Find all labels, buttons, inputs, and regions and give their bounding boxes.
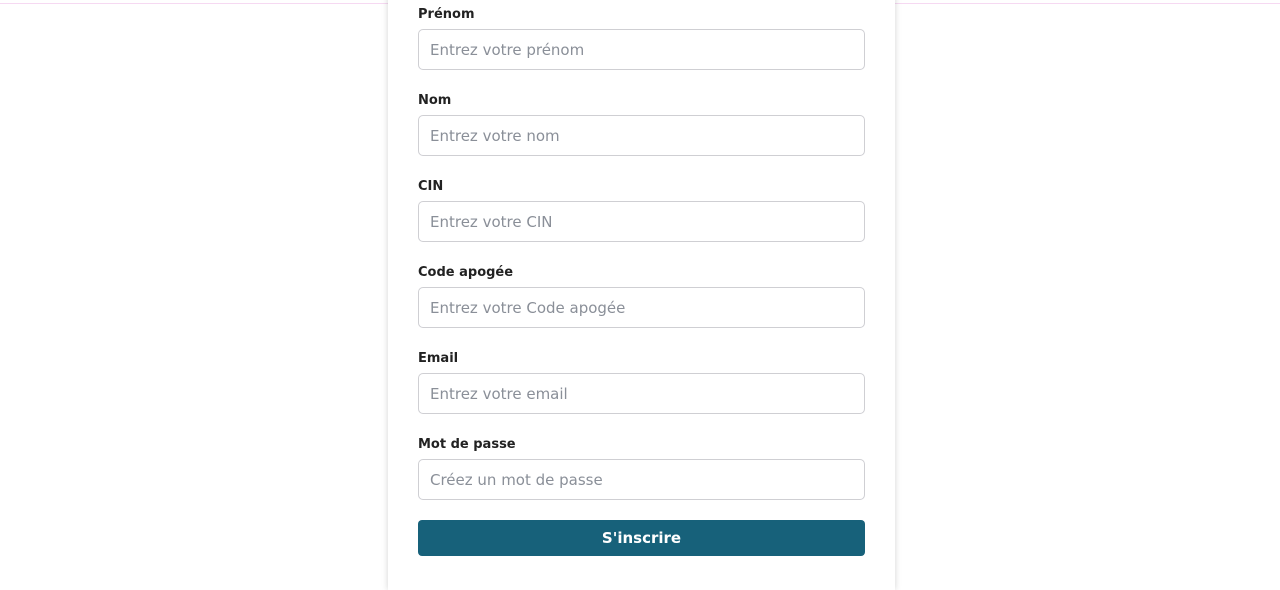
apogee-code-label: Code apogée bbox=[418, 265, 514, 280]
last-name-input[interactable] bbox=[418, 115, 865, 156]
last-name-label: Nom bbox=[418, 93, 452, 108]
apogee-code-input[interactable] bbox=[418, 287, 865, 328]
password-label: Mot de passe bbox=[418, 437, 516, 452]
cin-label: CIN bbox=[418, 179, 444, 194]
signup-button[interactable]: S'inscrire bbox=[418, 520, 865, 556]
email-label: Email bbox=[418, 351, 459, 366]
first-name-input[interactable] bbox=[418, 29, 865, 70]
password-input[interactable] bbox=[418, 459, 865, 500]
cin-input[interactable] bbox=[418, 201, 865, 242]
email-input[interactable] bbox=[418, 373, 865, 414]
first-name-label: Prénom bbox=[418, 7, 475, 22]
